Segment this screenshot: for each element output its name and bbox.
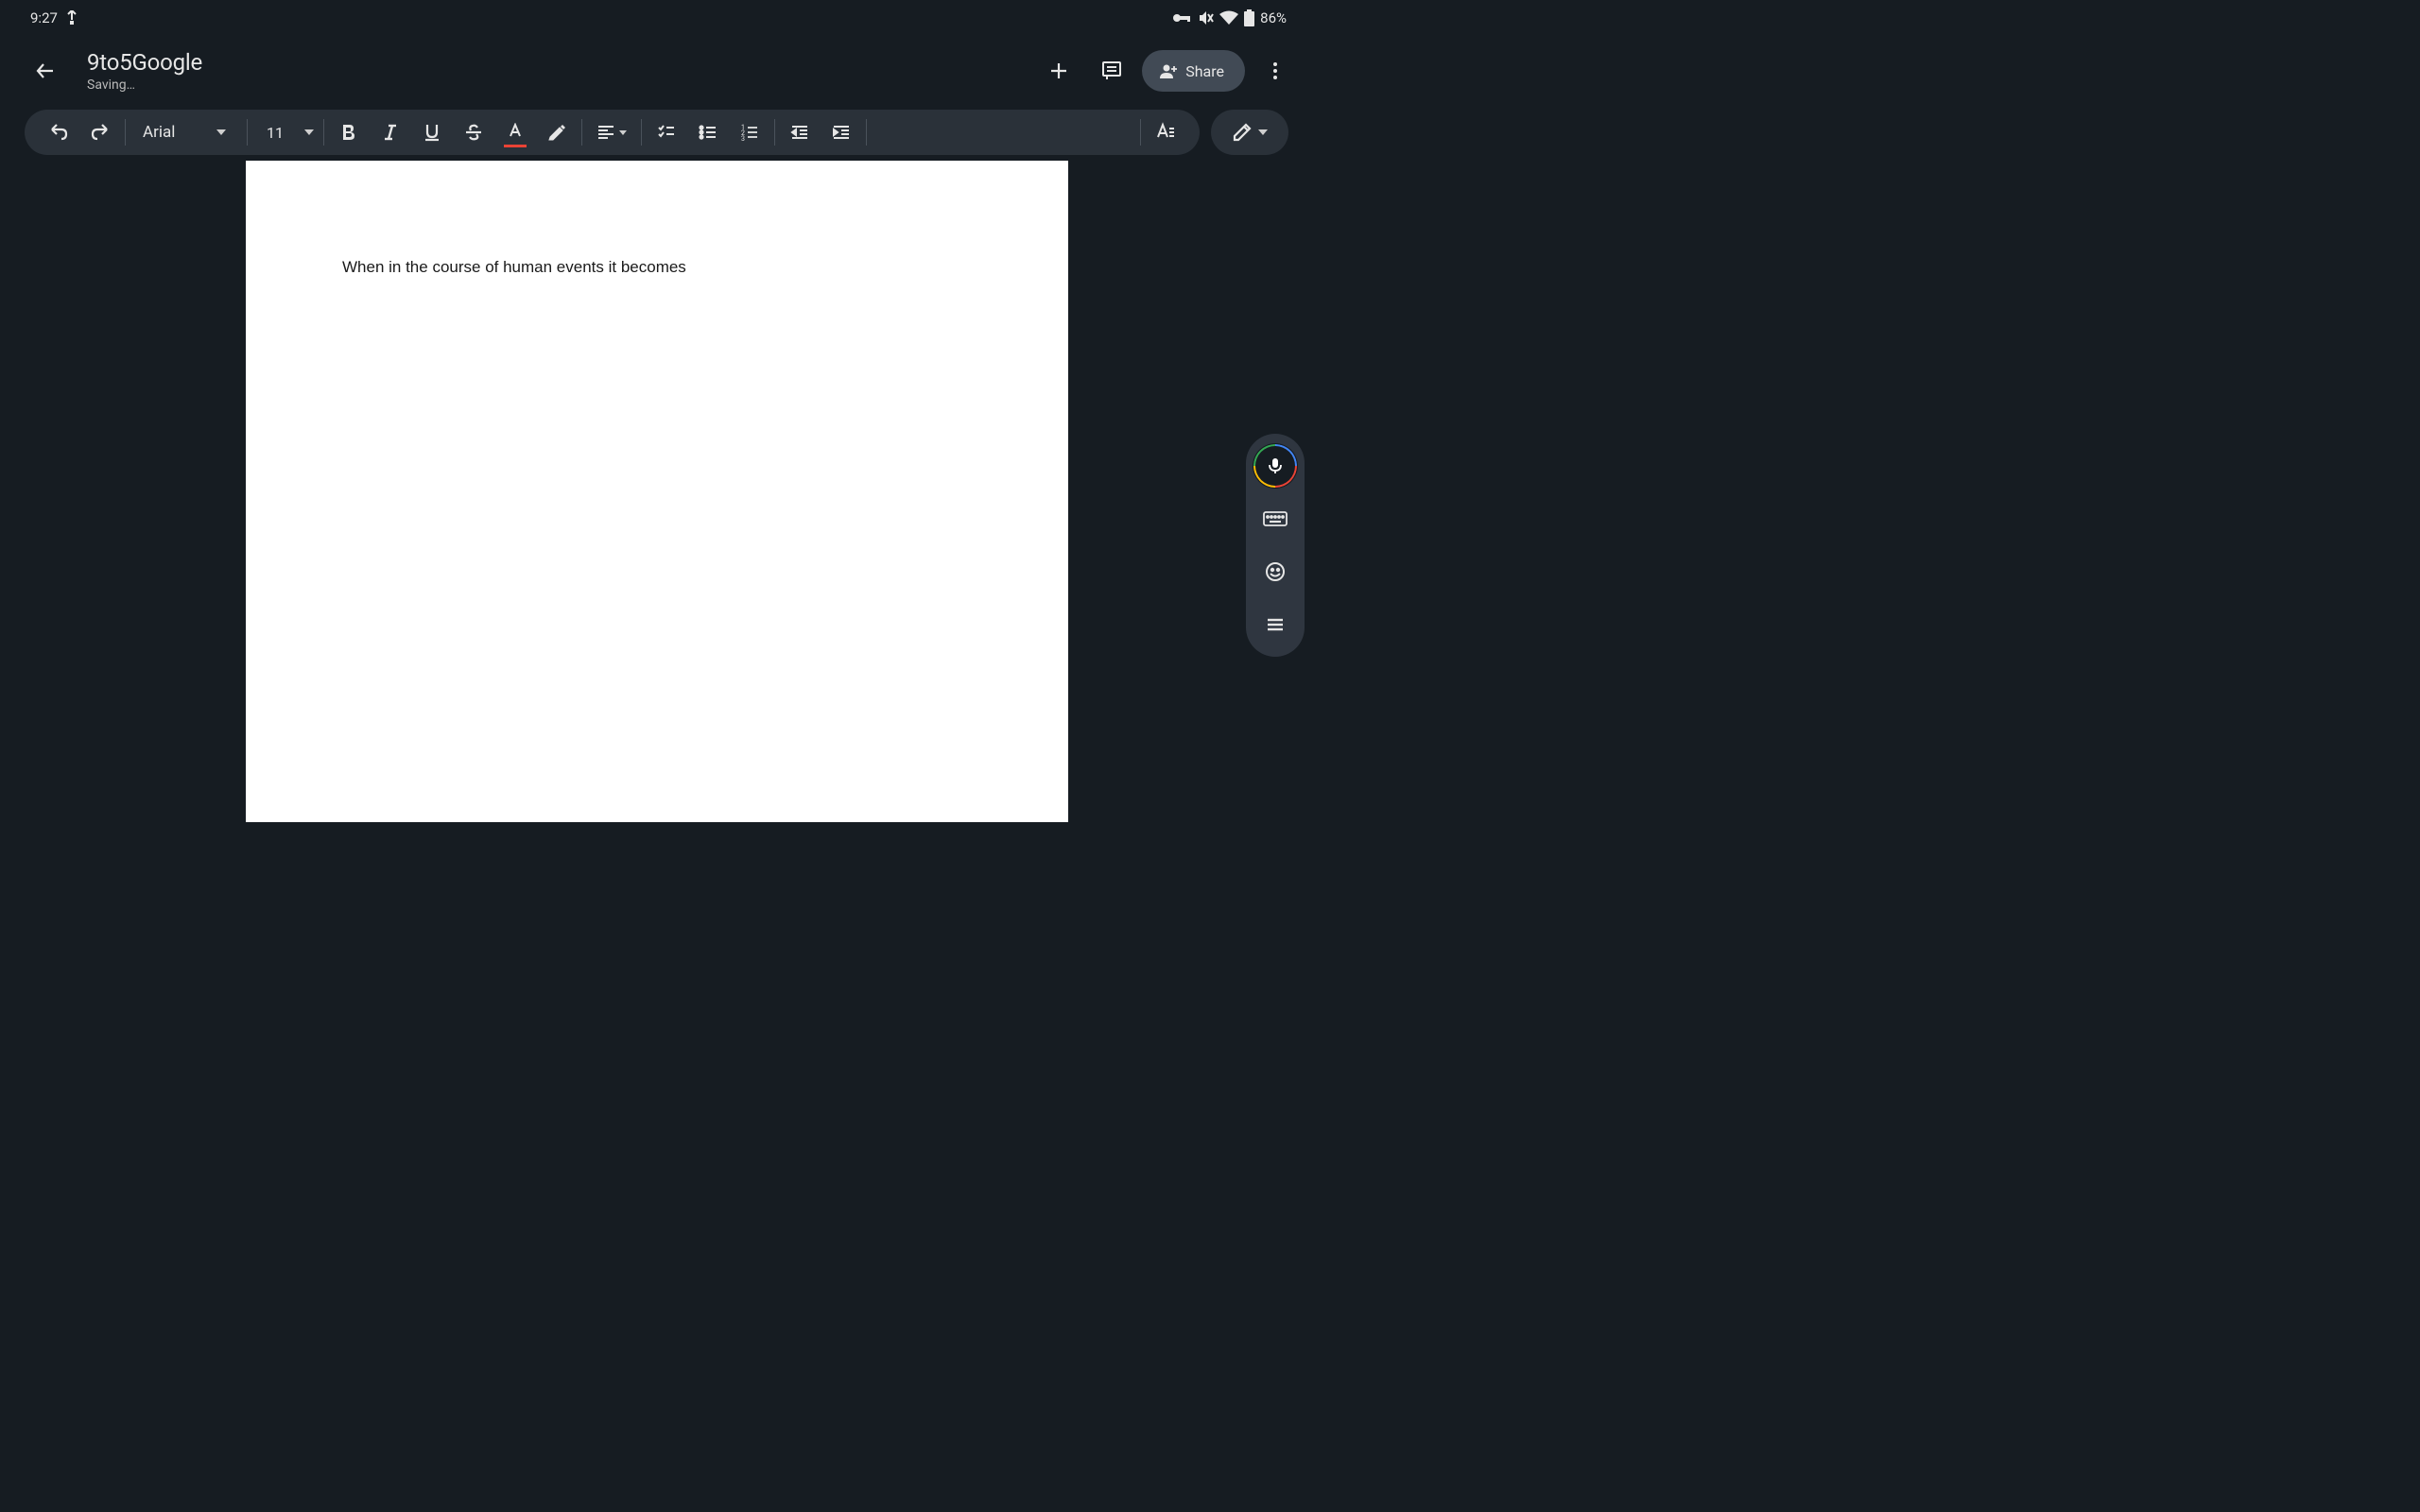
bold-button[interactable]	[328, 112, 370, 153]
document-title[interactable]: 9to5Google	[87, 49, 202, 76]
menu-icon	[1265, 614, 1286, 635]
battery-icon	[1244, 9, 1254, 26]
chevron-down-icon	[1258, 129, 1268, 135]
decrease-indent-button[interactable]	[779, 112, 821, 153]
vpn-key-icon	[1172, 12, 1191, 24]
person-add-icon	[1159, 61, 1178, 80]
android-status-bar: 9:27 86%	[0, 0, 1313, 36]
arrow-left-icon	[34, 60, 57, 82]
format-options-button[interactable]	[1145, 112, 1186, 153]
increase-indent-button[interactable]	[821, 112, 862, 153]
font-size-select[interactable]: 11	[251, 124, 320, 142]
svg-text:3: 3	[741, 135, 745, 142]
toolbar-separator	[247, 119, 248, 146]
font-family-select[interactable]: Arial	[130, 123, 243, 142]
decrease-indent-icon	[790, 123, 809, 142]
save-status: Saving…	[87, 77, 202, 93]
bold-icon	[339, 123, 358, 142]
font-family-value: Arial	[143, 123, 175, 142]
back-button[interactable]	[23, 48, 68, 94]
wifi-icon	[1219, 10, 1238, 26]
app-header: 9to5Google Saving… Share	[0, 38, 1313, 104]
toolbar-separator	[641, 119, 642, 146]
undo-button[interactable]	[38, 112, 79, 153]
comment-icon	[1100, 60, 1123, 82]
emoji-button[interactable]	[1253, 549, 1298, 594]
document-body-text[interactable]: When in the course of human events it be…	[342, 258, 686, 276]
checklist-button[interactable]	[646, 112, 687, 153]
input-method-toolbar	[1246, 434, 1305, 657]
editing-mode-button[interactable]	[1211, 110, 1288, 155]
comments-button[interactable]	[1089, 48, 1134, 94]
italic-icon	[381, 123, 400, 142]
text-format-icon	[1155, 122, 1176, 143]
pencil-icon	[1232, 122, 1253, 143]
align-button[interactable]	[586, 112, 637, 153]
checklist-icon	[657, 123, 676, 142]
italic-button[interactable]	[370, 112, 411, 153]
chevron-down-icon	[216, 129, 226, 135]
strikethrough-button[interactable]	[453, 112, 494, 153]
document-page[interactable]: When in the course of human events it be…	[246, 161, 1068, 822]
text-color-icon	[506, 123, 525, 142]
toolbar-separator	[774, 119, 775, 146]
voice-input-button[interactable]	[1253, 443, 1298, 489]
underline-button[interactable]	[411, 112, 453, 153]
underline-icon	[423, 123, 441, 142]
numbered-list-button[interactable]: 123	[729, 112, 770, 153]
emoji-icon	[1264, 560, 1287, 583]
highlight-icon	[547, 123, 566, 142]
redo-icon	[90, 122, 111, 143]
strikethrough-icon	[464, 123, 483, 142]
battery-percent: 86%	[1260, 9, 1287, 26]
notification-indicator-icon	[67, 10, 77, 26]
keyboard-button[interactable]	[1253, 496, 1298, 541]
plus-icon	[1047, 60, 1070, 82]
chevron-down-icon	[619, 130, 627, 135]
text-color-button[interactable]	[494, 112, 536, 153]
font-size-value: 11	[267, 124, 284, 142]
toolbar-separator	[1140, 119, 1141, 146]
keyboard-icon	[1263, 509, 1288, 528]
toolbar-separator	[581, 119, 582, 146]
chevron-down-icon	[304, 129, 314, 135]
toolbar-separator	[323, 119, 324, 146]
more-input-button[interactable]	[1253, 602, 1298, 647]
mute-icon	[1197, 9, 1214, 26]
share-button[interactable]: Share	[1142, 50, 1245, 92]
increase-indent-icon	[832, 123, 851, 142]
undo-icon	[48, 122, 69, 143]
bullet-list-button[interactable]	[687, 112, 729, 153]
numbered-list-icon: 123	[740, 123, 759, 142]
gesture-nav-handle[interactable]	[544, 799, 769, 803]
redo-button[interactable]	[79, 112, 121, 153]
toolbar-separator	[866, 119, 867, 146]
format-toolbar: Arial 11	[25, 110, 1200, 155]
share-label: Share	[1185, 62, 1224, 80]
more-vert-icon	[1264, 60, 1287, 82]
more-options-button[interactable]	[1253, 48, 1298, 94]
bullet-list-icon	[699, 123, 717, 142]
status-time: 9:27	[30, 9, 58, 26]
insert-button[interactable]	[1036, 48, 1081, 94]
highlight-button[interactable]	[536, 112, 578, 153]
toolbar-separator	[125, 119, 126, 146]
align-left-icon	[596, 123, 615, 142]
